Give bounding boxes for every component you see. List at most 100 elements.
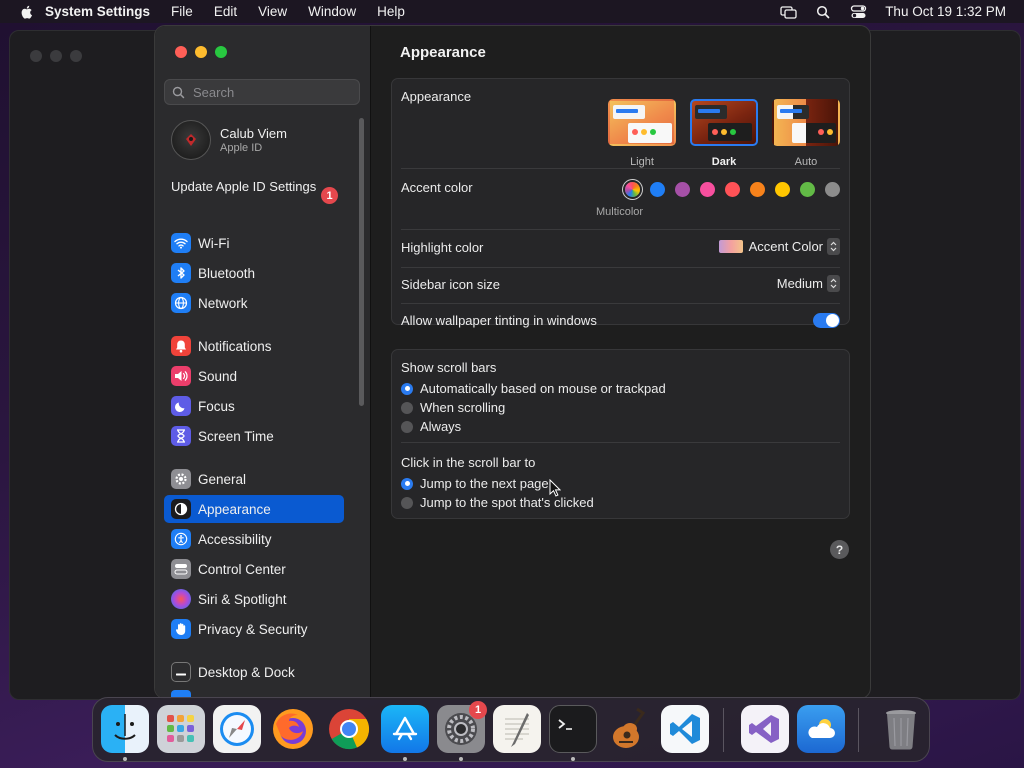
radio-scroll-always[interactable]: Always (401, 417, 840, 436)
menu-file[interactable]: File (171, 4, 193, 19)
accent-swatch-red[interactable] (725, 182, 740, 197)
sidebar-item-bluetooth[interactable]: Bluetooth (164, 259, 344, 287)
accent-swatch-yellow[interactable] (775, 182, 790, 197)
siri-icon (171, 589, 191, 609)
zoom-button[interactable] (215, 46, 227, 58)
show-scroll-bars-label: Show scroll bars (401, 360, 497, 375)
chevron-updown-icon (827, 275, 840, 292)
sidebar-icon-size-row: Sidebar icon size Medium (401, 275, 840, 297)
weather-icon[interactable] (797, 705, 845, 753)
sidebar-item-label: Siri & Spotlight (198, 591, 287, 607)
sidebar-item-sound[interactable]: Sound (164, 362, 344, 390)
menu-edit[interactable]: Edit (214, 4, 237, 19)
help-button[interactable]: ? (830, 540, 849, 559)
sidebar-item-desktop-dock[interactable]: Desktop & Dock (164, 658, 344, 686)
app-store-icon[interactable] (381, 705, 429, 753)
highlight-color-value: Accent Color (748, 239, 823, 254)
vscode-icon[interactable] (661, 705, 709, 753)
textedit-icon[interactable] (493, 705, 541, 753)
search-input[interactable] (191, 83, 355, 101)
appearance-option-auto[interactable]: Auto (772, 99, 840, 168)
sidebar-item-general[interactable]: General (164, 465, 344, 493)
appearance-settings-card: Appearance Light Dark Auto Accent color … (391, 78, 850, 328)
appearance-row: Appearance Light Dark Auto (401, 89, 840, 169)
sidebar-icon-size-popup[interactable]: Medium (777, 275, 840, 292)
minimize-button[interactable] (195, 46, 207, 58)
accent-swatch-blue[interactable] (650, 182, 665, 197)
dock-separator (858, 708, 859, 752)
mouse-cursor-icon (549, 479, 561, 497)
apple-menu-icon[interactable] (19, 4, 35, 20)
sidebar-item-siri-spotlight[interactable]: Siri & Spotlight (164, 585, 344, 613)
click-scroll-group: Click in the scroll bar to Jump to the n… (401, 455, 840, 512)
trash-icon[interactable] (877, 705, 925, 753)
accent-swatch-purple[interactable] (675, 182, 690, 197)
appearance-option-dark[interactable]: Dark (690, 99, 758, 168)
garageband-icon[interactable] (605, 705, 653, 753)
close-button[interactable] (175, 46, 187, 58)
wallpaper-tinting-row: Allow wallpaper tinting in windows (401, 313, 840, 333)
spotlight-search-icon[interactable] (815, 5, 832, 19)
update-apple-id-settings[interactable]: Update Apple ID Settings (171, 179, 343, 195)
sidebar-item-screen-time[interactable]: Screen Time (164, 422, 344, 450)
radio-scroll-when-scrolling[interactable]: When scrolling (401, 398, 840, 417)
wifi-icon (171, 233, 191, 253)
visual-studio-icon[interactable] (741, 705, 789, 753)
firefox-icon[interactable] (269, 705, 317, 753)
radio-jump-to-spot[interactable]: Jump to the spot that's clicked (401, 493, 840, 512)
radio-jump-next-page[interactable]: Jump to the next page (401, 474, 840, 493)
highlight-color-label: Highlight color (401, 240, 484, 255)
control-center-icon (171, 559, 191, 579)
menu-view[interactable]: View (258, 4, 287, 19)
sidebar-item-accessibility[interactable]: Accessibility (164, 525, 344, 553)
light-thumbnail (608, 99, 676, 146)
accent-swatch-graphite[interactable] (825, 182, 840, 197)
safari-icon[interactable] (213, 705, 261, 753)
dock: 1 (92, 697, 930, 762)
sidebar-item-control-center[interactable]: Control Center (164, 555, 344, 583)
menu-app-name[interactable]: System Settings (45, 4, 150, 19)
wallpaper-tinting-label: Allow wallpaper tinting in windows (401, 313, 597, 328)
gear-icon (171, 469, 191, 489)
sidebar-item-notifications[interactable]: Notifications (164, 332, 344, 360)
system-settings-window: Calub Viem Apple ID Update Apple ID Sett… (154, 25, 871, 699)
menu-clock[interactable]: Thu Oct 19 1:32 PM (885, 4, 1006, 19)
radio-scroll-automatic[interactable]: Automatically based on mouse or trackpad (401, 379, 840, 398)
speaker-icon (171, 366, 191, 386)
terminal-icon[interactable] (549, 705, 597, 753)
accent-swatch-green[interactable] (800, 182, 815, 197)
appearance-options: Light Dark Auto (608, 99, 840, 168)
sidebar-item-label: Sound (198, 368, 238, 384)
screen-mirroring-icon[interactable] (780, 5, 797, 19)
launchpad-icon[interactable] (157, 705, 205, 753)
sidebar-item-focus[interactable]: Focus (164, 392, 344, 420)
sidebar-item-label: Bluetooth (198, 265, 256, 281)
menu-window[interactable]: Window (308, 4, 356, 19)
chrome-icon[interactable] (325, 705, 373, 753)
finder-icon[interactable] (101, 705, 149, 753)
menu-help[interactable]: Help (377, 4, 405, 19)
sidebar-scrollbar[interactable] (359, 118, 364, 406)
menu-bar: System Settings File Edit View Window He… (0, 0, 1024, 23)
control-center-icon[interactable] (850, 4, 867, 19)
accent-swatch-multicolor[interactable] (625, 182, 640, 197)
sidebar: Calub Viem Apple ID Update Apple ID Sett… (155, 26, 371, 698)
appearance-icon (171, 499, 191, 519)
accent-color-row: Accent color Multicolor (401, 180, 840, 222)
apple-id-account[interactable]: Calub Viem Apple ID (171, 120, 287, 160)
sidebar-item-wifi[interactable]: Wi-Fi (164, 229, 344, 257)
sidebar-item-privacy-security[interactable]: Privacy & Security (164, 615, 344, 643)
appearance-option-label: Light (630, 156, 654, 168)
highlight-color-popup[interactable]: Accent Color (718, 238, 840, 255)
sidebar-item-network[interactable]: Network (164, 289, 344, 317)
appearance-option-label: Dark (711, 156, 737, 168)
accent-swatch-pink[interactable] (700, 182, 715, 197)
accent-swatch-orange[interactable] (750, 182, 765, 197)
search-icon (172, 86, 185, 98)
sidebar-item-label: Focus (198, 398, 235, 414)
appearance-option-light[interactable]: Light (608, 99, 676, 168)
search-field[interactable] (164, 79, 360, 105)
sidebar-item-appearance[interactable]: Appearance (164, 495, 344, 523)
wallpaper-tinting-toggle[interactable] (813, 313, 840, 328)
dock-separator (723, 708, 724, 752)
